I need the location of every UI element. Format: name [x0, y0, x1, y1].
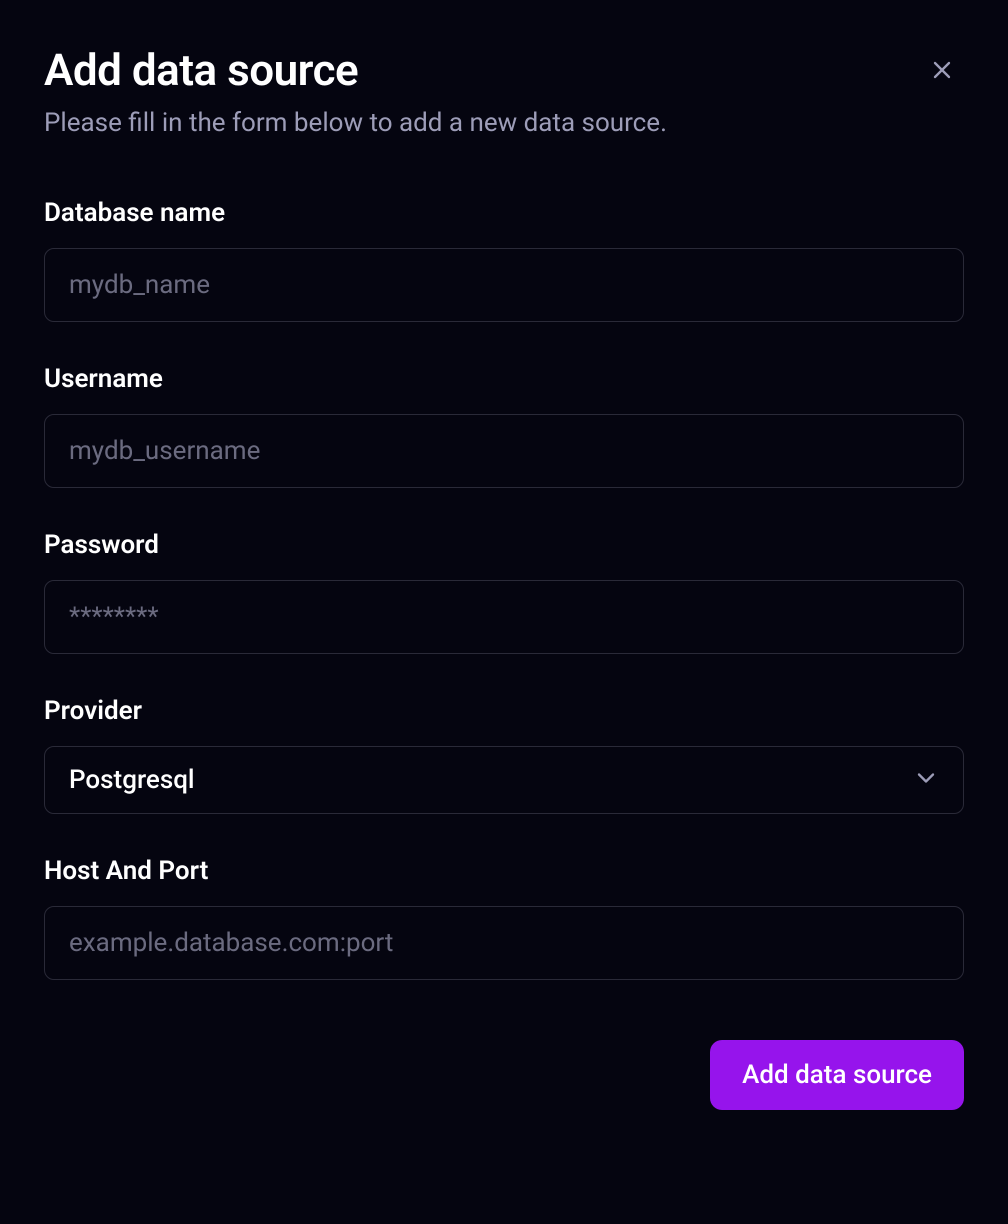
username-group: Username: [44, 364, 964, 488]
close-icon: [928, 56, 956, 87]
dialog-footer: Add data source: [44, 1040, 964, 1110]
database-name-label: Database name: [44, 198, 964, 228]
provider-label: Provider: [44, 696, 964, 726]
database-name-input[interactable]: [44, 248, 964, 322]
database-name-group: Database name: [44, 198, 964, 322]
username-input[interactable]: [44, 414, 964, 488]
provider-group: Provider Postgresql: [44, 696, 964, 814]
provider-select[interactable]: Postgresql: [44, 746, 964, 814]
dialog-title: Add data source: [44, 44, 920, 96]
password-label: Password: [44, 530, 964, 560]
header-text: Add data source Please fill in the form …: [44, 44, 920, 138]
host-port-group: Host And Port: [44, 856, 964, 980]
provider-select-wrapper: Postgresql: [44, 746, 964, 814]
password-input[interactable]: [44, 580, 964, 654]
data-source-form: Database name Username Password Provider…: [44, 198, 964, 1110]
close-button[interactable]: [920, 48, 964, 95]
password-group: Password: [44, 530, 964, 654]
dialog-header: Add data source Please fill in the form …: [44, 44, 964, 138]
dialog-subtitle: Please fill in the form below to add a n…: [44, 108, 920, 138]
host-port-label: Host And Port: [44, 856, 964, 886]
username-label: Username: [44, 364, 964, 394]
host-port-input[interactable]: [44, 906, 964, 980]
add-data-source-button[interactable]: Add data source: [710, 1040, 964, 1110]
